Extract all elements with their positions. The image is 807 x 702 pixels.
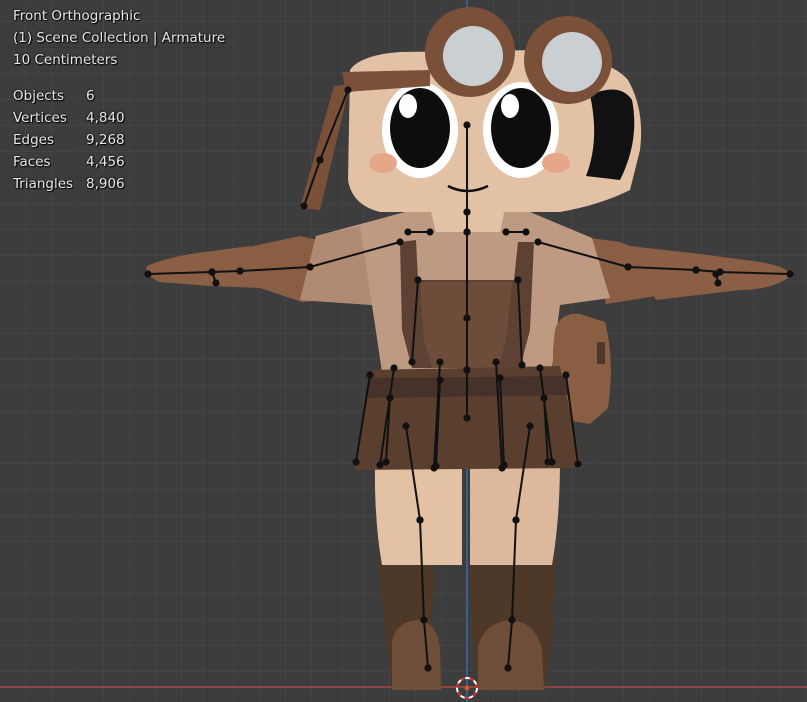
bone-joint[interactable] — [463, 121, 471, 129]
bone-joint[interactable] — [352, 458, 360, 466]
bone-joint[interactable] — [500, 461, 508, 469]
stat-value: 4,456 — [86, 154, 125, 170]
bone-joint[interactable] — [712, 270, 720, 278]
viewport-info-overlay: Front Orthographic (1) Scene Collection … — [13, 5, 225, 195]
stat-label: Vertices — [13, 110, 67, 126]
right-eye — [491, 88, 551, 168]
bone-joint[interactable] — [376, 461, 384, 469]
overlay-spacer — [13, 71, 225, 85]
bone-joint[interactable] — [316, 156, 324, 164]
bone-joint[interactable] — [714, 279, 722, 287]
left-eye — [390, 88, 450, 168]
stat-label: Objects — [13, 88, 65, 104]
3d-viewport[interactable]: Front Orthographic (1) Scene Collection … — [0, 0, 807, 702]
right-eye-shine — [501, 94, 519, 118]
stat-label: Triangles — [13, 176, 74, 192]
bone-joint[interactable] — [424, 664, 432, 672]
bone-joint[interactable] — [514, 276, 522, 284]
bone-joint[interactable] — [402, 422, 410, 430]
bone-joint[interactable] — [208, 268, 216, 276]
bone-joint[interactable] — [496, 374, 504, 382]
scene-statistics: Objects 6 Vertices 4,840 Edges 9,268 Faces 4… — [13, 85, 225, 195]
bone-joint[interactable] — [382, 458, 390, 466]
bone-joint[interactable] — [366, 371, 374, 379]
left-boot-toe — [392, 620, 441, 690]
stat-value: 9,268 — [86, 132, 125, 148]
bone-joint[interactable] — [692, 266, 700, 274]
bone-joint[interactable] — [526, 422, 534, 430]
bone-joint[interactable] — [492, 358, 500, 366]
stat-value: 8,906 — [86, 176, 125, 192]
bone-joint[interactable] — [436, 376, 444, 384]
bone-joint[interactable] — [436, 358, 444, 366]
bone-joint[interactable] — [420, 616, 428, 624]
bone-joint[interactable] — [536, 364, 544, 372]
bone-joint[interactable] — [426, 228, 434, 236]
bone-joint[interactable] — [463, 208, 471, 216]
bone-joint[interactable] — [396, 238, 404, 246]
left-hand — [146, 246, 262, 288]
bone-joint[interactable] — [463, 314, 471, 322]
bone-joint[interactable] — [504, 664, 512, 672]
bone-joint[interactable] — [624, 263, 632, 271]
bone-joint[interactable] — [408, 358, 416, 366]
stat-value: 6 — [86, 88, 95, 104]
bone-joint[interactable] — [522, 228, 530, 236]
bone-joint[interactable] — [544, 458, 552, 466]
bone-joint[interactable] — [463, 366, 471, 374]
bone-joint[interactable] — [508, 616, 516, 624]
view-name: Front Orthographic — [13, 8, 141, 24]
bag-buckle — [597, 342, 605, 364]
bone-joint[interactable] — [432, 462, 440, 470]
bone-joint[interactable] — [502, 228, 510, 236]
left-cheek — [369, 153, 397, 173]
right-cheek — [542, 153, 570, 173]
bone-joint[interactable] — [562, 371, 570, 379]
goggle-right-lens — [542, 32, 602, 92]
bone-joint[interactable] — [344, 86, 352, 94]
bone-joint[interactable] — [306, 263, 314, 271]
bone-joint[interactable] — [463, 228, 471, 236]
stat-label: Edges — [13, 132, 55, 148]
bone-joint[interactable] — [416, 516, 424, 524]
bone-joint[interactable] — [300, 202, 308, 210]
bone-joint[interactable] — [236, 267, 244, 275]
bone-joint[interactable] — [534, 238, 542, 246]
goggle-left-lens — [443, 26, 503, 86]
bone-joint[interactable] — [518, 361, 526, 369]
bone-joint[interactable] — [390, 364, 398, 372]
bone-joint[interactable] — [414, 276, 422, 284]
stat-value: 4,840 — [86, 110, 125, 126]
bone-joint[interactable] — [404, 228, 412, 236]
bone-joint[interactable] — [144, 270, 152, 278]
bone-joint[interactable] — [212, 279, 220, 287]
bone-joint[interactable] — [463, 414, 471, 422]
bone-joint[interactable] — [512, 516, 520, 524]
bone[interactable] — [211, 270, 241, 273]
bone-joint[interactable] — [386, 394, 394, 402]
grid-scale: 10 Centimeters — [13, 52, 118, 68]
bone-joint[interactable] — [574, 460, 582, 468]
left-eye-shine — [399, 94, 417, 118]
bone-joint[interactable] — [786, 270, 794, 278]
stat-label: Faces — [13, 154, 51, 170]
collection-info: (1) Scene Collection | Armature — [13, 30, 226, 46]
bone-joint[interactable] — [540, 394, 548, 402]
